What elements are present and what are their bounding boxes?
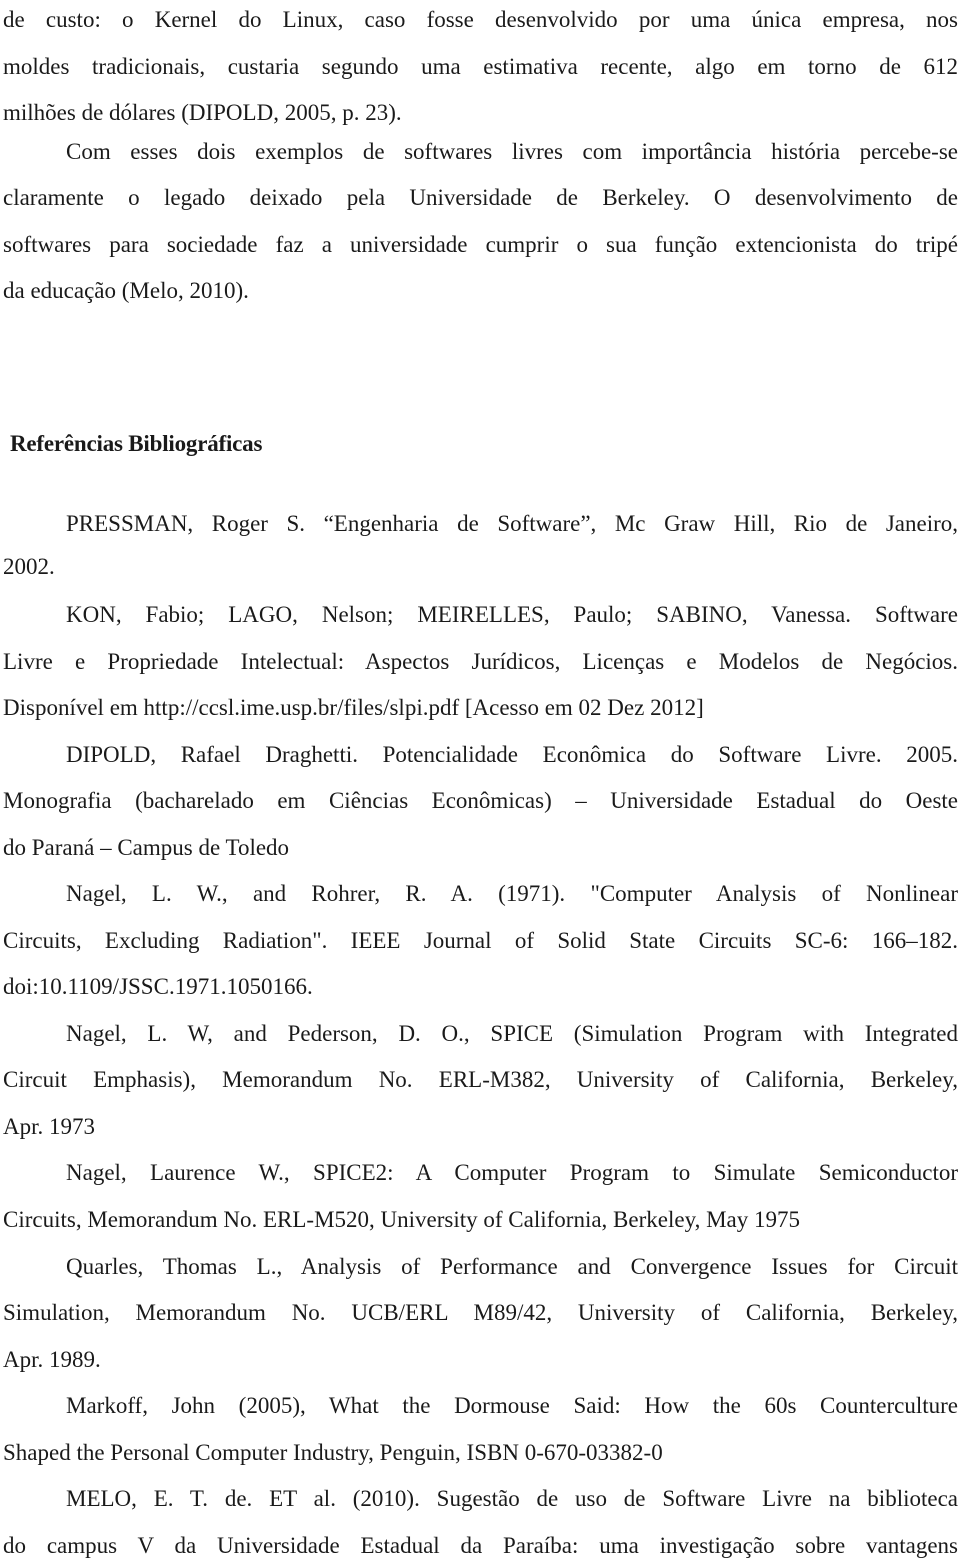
text-line: Com esses dois exemplos de softwares liv… — [66, 139, 958, 164]
text-line: do Paraná – Campus de Toledo — [3, 835, 290, 860]
text-line: KON, Fabio; LAGO, Nelson; MEIRELLES, Pau… — [66, 602, 958, 627]
text-line: Apr. 1989. — [3, 1347, 101, 1372]
text-line: Circuits, Excluding Radiation". IEEE Jou… — [3, 928, 958, 953]
text-line: 2002. — [3, 554, 55, 579]
text-line: do campus V da Universidade Estadual da … — [3, 1533, 958, 1558]
text-line: Quarles, Thomas L., Analysis of Performa… — [66, 1254, 958, 1279]
text-line: Livre e Propriedade Intelectual: Aspecto… — [3, 649, 958, 674]
text-line: moldes tradicionais, custaria segundo um… — [3, 54, 958, 79]
text-line: doi:10.1109/JSSC.1971.1050166. — [3, 974, 313, 999]
text-line: Disponível em http://ccsl.ime.usp.br/fil… — [3, 695, 704, 720]
text-line: da educação (Melo, 2010). — [3, 278, 249, 303]
text-line: softwares para sociedade faz a universid… — [3, 232, 958, 257]
text-line: Nagel, L. W, and Pederson, D. O., SPICE … — [66, 1021, 958, 1046]
text-line: Circuit Emphasis), Memorandum No. ERL-M3… — [3, 1067, 958, 1092]
text-line: de custo: o Kernel do Linux, caso fosse … — [3, 7, 958, 32]
text-line: Monografia (bacharelado em Ciências Econ… — [3, 788, 958, 813]
text-line: claramente o legado deixado pela Univers… — [3, 185, 958, 210]
text-line: Nagel, Laurence W., SPICE2: A Computer P… — [66, 1160, 958, 1185]
references-heading: Referências Bibliográficas — [10, 431, 263, 456]
text-line: Nagel, L. W., and Rohrer, R. A. (1971). … — [66, 881, 958, 906]
text-line: Markoff, John (2005), What the Dormouse … — [66, 1393, 958, 1418]
text-line: Shaped the Personal Computer Industry, P… — [3, 1440, 663, 1465]
text-line: MELO, E. T. de. ET al. (2010). Sugestão … — [66, 1486, 958, 1511]
text-line: Simulation, Memorandum No. UCB/ERL M89/4… — [3, 1300, 958, 1325]
text-line: Apr. 1973 — [3, 1114, 95, 1139]
text-line: milhões de dólares (DIPOLD, 2005, p. 23)… — [3, 100, 402, 125]
text-line: Circuits, Memorandum No. ERL-M520, Unive… — [3, 1207, 800, 1232]
text-line: PRESSMAN, Roger S. “Engenharia de Softwa… — [66, 511, 958, 536]
text-line: DIPOLD, Rafael Draghetti. Potencialidade… — [66, 742, 958, 767]
